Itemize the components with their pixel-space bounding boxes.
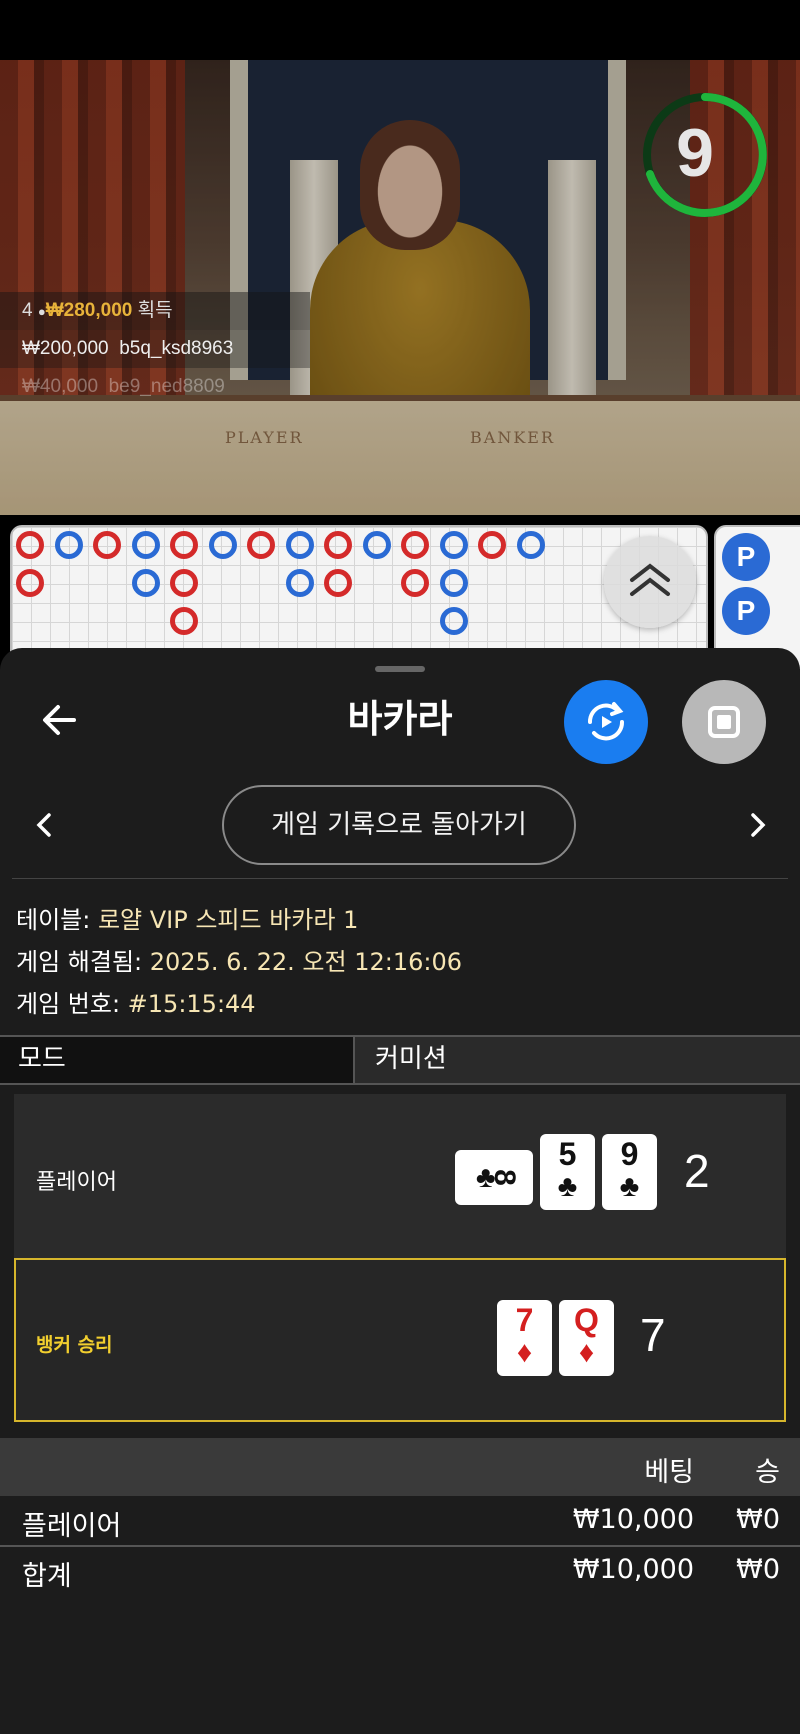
winner-user: be9_ned8809 (108, 376, 225, 397)
info-value: 로얄 VIP 스피드 바카라 1 (97, 906, 359, 934)
prev-game-button[interactable] (30, 810, 60, 840)
winner-amount: ₩200,000 (22, 338, 109, 359)
replay-icon (587, 702, 625, 741)
card-suit: ♦ (578, 1336, 595, 1369)
bet-column-header: 베팅 (644, 1457, 694, 1488)
tab-mode[interactable]: 모드 (0, 1037, 355, 1083)
divider (12, 878, 788, 879)
card-rank: 8 (487, 1169, 521, 1186)
banker-card-1: 7 ♦ (497, 1300, 552, 1376)
road-bead (54, 531, 83, 559)
player-badge: P (722, 533, 770, 581)
player-label: 플레이어 (36, 1170, 117, 1195)
player-card-1: ♣8 (455, 1150, 533, 1205)
next-game-button[interactable] (742, 810, 772, 840)
card-suit: ♦ (516, 1336, 533, 1369)
winners-suffix: 획득 (137, 300, 173, 321)
player-card-2: 5 ♣ (540, 1134, 595, 1210)
replay-button[interactable] (564, 680, 648, 764)
banker-card-2: Q ♦ (559, 1300, 614, 1376)
road-bead (170, 569, 198, 597)
card-suit: ♣ (619, 1170, 640, 1203)
road-bead (285, 531, 314, 559)
countdown-number: 9 (676, 115, 714, 191)
chevron-right-icon (751, 813, 766, 837)
road-bead (362, 531, 391, 559)
road-bead (247, 531, 275, 559)
road-bead (131, 569, 160, 597)
winners-summary: 4 ●₩280,000 획득 (0, 292, 310, 330)
bets-header: 베팅 승 (0, 1438, 800, 1496)
total-bet: ₩10,000 (572, 1554, 694, 1585)
bet-name: 플레이어 (22, 1511, 122, 1542)
road-bead (16, 531, 44, 559)
card-rank: 5 (558, 1136, 577, 1172)
road-bead (439, 569, 468, 597)
stop-button[interactable] (682, 680, 766, 764)
road-bead (401, 569, 429, 597)
road-bead (516, 531, 545, 559)
banker-panel (14, 1258, 786, 1422)
road-bead (16, 569, 44, 597)
card-rank: 7 (515, 1302, 534, 1338)
info-game-number: 게임 번호: #15:15:44 (16, 984, 256, 1019)
card-suit: ♣ (557, 1170, 578, 1203)
bet-amount: ₩10,000 (572, 1504, 694, 1535)
total-win: ₩0 (736, 1554, 780, 1585)
road-bead (131, 531, 160, 559)
back-to-history-button[interactable]: 게임 기록으로 돌아가기 (222, 785, 576, 865)
player-score: 2 (684, 1145, 710, 1197)
banker-score: 7 (640, 1309, 666, 1361)
road-bead (170, 531, 198, 559)
winner-count: 4 (22, 300, 33, 321)
road-bead (285, 569, 314, 597)
game-history-sheet: 바카라 게임 기록으로 돌아가기 테이블: 로얄 VIP 스피드 바카라 1 게… (0, 648, 800, 1734)
winner-entry: ₩40,000 be9_ned8809 (0, 368, 310, 406)
mode-tabs: 모드 커미션 (0, 1035, 800, 1085)
user-icon: ● (37, 304, 46, 319)
divider (0, 1545, 800, 1547)
live-video: PLAYER BANKER 9 4 ●₩280,000 획득 ₩200,000 … (0, 60, 800, 515)
player-badge: P (722, 587, 770, 635)
total-label: 합계 (22, 1561, 72, 1592)
road-bead (439, 607, 468, 635)
banker-win-label: 뱅커 승리 (36, 1334, 113, 1356)
info-value: #15:15:44 (127, 990, 256, 1018)
winner-user: b5q_ksd8963 (119, 338, 234, 359)
sheet-drag-handle[interactable] (375, 666, 425, 672)
info-label: 게임 번호: (16, 990, 128, 1018)
winner-amount: ₩40,000 (22, 376, 99, 397)
road-bead (439, 531, 468, 559)
sheet-title: 바카라 (347, 697, 453, 741)
road-bead (324, 569, 352, 597)
double-chevron-up-icon (630, 563, 670, 596)
win-column-header: 승 (755, 1457, 780, 1488)
road-bead (478, 531, 506, 559)
status-bar-area (0, 0, 800, 60)
info-label: 테이블: (16, 906, 98, 934)
card-rank: Q (574, 1302, 599, 1338)
info-resolved: 게임 해결됨: 2025. 6. 22. 오전 12:16:06 (16, 942, 462, 977)
winners-ticker: 4 ●₩280,000 획득 ₩200,000 b5q_ksd8963 ₩40,… (0, 292, 310, 406)
winners-total: ₩280,000 (45, 300, 133, 321)
chevron-left-icon (36, 813, 51, 837)
road-bead (208, 531, 237, 559)
road-bead (401, 531, 429, 559)
expand-roadmap-button[interactable] (604, 536, 696, 628)
bets-header-row: 베팅 승 (0, 1450, 800, 1498)
player-card-3: 9 ♣ (602, 1134, 657, 1210)
tab-commission[interactable]: 커미션 (357, 1037, 800, 1083)
road-bead (324, 531, 352, 559)
road-bead (93, 531, 121, 559)
winner-entry: ₩200,000 b5q_ksd8963 (0, 330, 310, 368)
road-bead (170, 607, 198, 635)
info-label: 게임 해결됨: (16, 948, 150, 976)
card-rank: 9 (620, 1136, 639, 1172)
stop-icon (708, 706, 740, 738)
table-row-total: 합계 ₩10,000 ₩0 (0, 1554, 800, 1602)
info-value: 2025. 6. 22. 오전 12:16:06 (149, 948, 462, 976)
info-table: 테이블: 로얄 VIP 스피드 바카라 1 (16, 900, 358, 935)
win-amount: ₩0 (736, 1504, 780, 1535)
